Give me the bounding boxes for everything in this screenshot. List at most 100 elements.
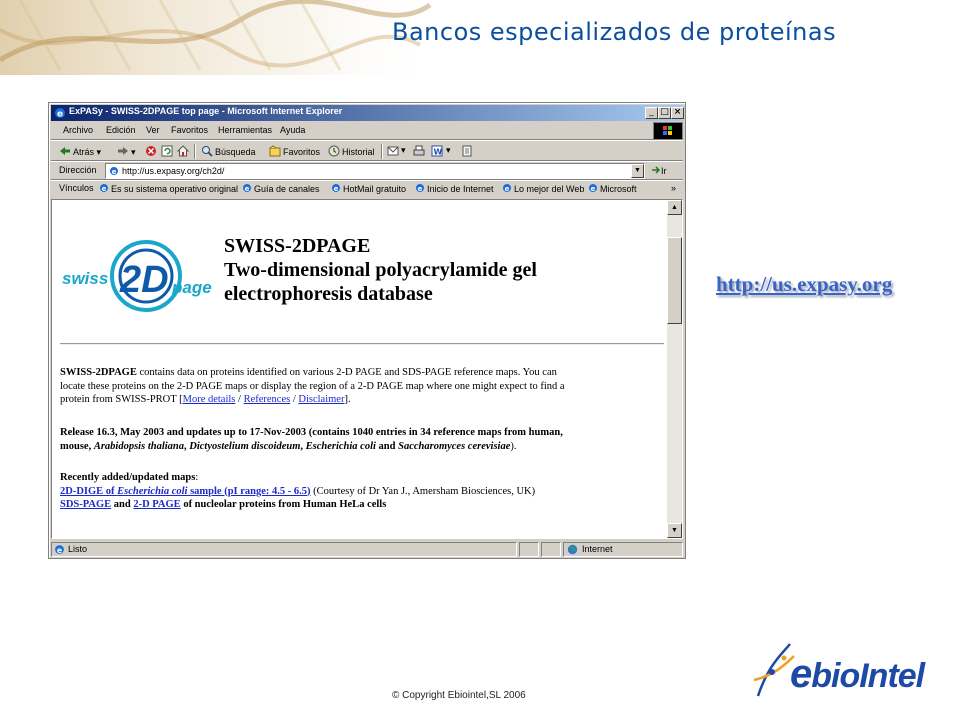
species-ecoli: Escherichia coli [305,440,376,452]
refresh-icon[interactable] [161,145,173,157]
logo-word-2d: 2D [119,259,169,301]
browser-window: e ExPASy - SWISS-2DPAGE top page - Micro… [48,102,686,559]
search-icon [202,146,213,157]
status-bar: e Listo Internet [51,542,683,557]
edit-dropdown[interactable]: ▾ [446,145,451,156]
more-details-link[interactable]: More details [183,394,236,405]
scroll-up-arrow-icon[interactable]: ▲ [667,200,682,215]
logo-word-swiss: swiss [62,269,108,288]
page-title-line3: electrophoresis database [224,283,433,305]
go-button[interactable]: Ir [651,165,667,176]
menu-ver[interactable]: Ver [146,125,160,135]
back-button[interactable]: Atrás ▾ [59,145,101,158]
menu-herramientas[interactable]: Herramientas [218,125,272,135]
page-icon: e [100,184,108,193]
address-dropdown-button[interactable]: ▼ [631,164,644,178]
release-line2-text: mouse, [60,440,94,452]
link-item[interactable]: e Guía de canales [242,183,320,194]
status-text: Listo [68,544,88,554]
standard-toolbar: Atrás ▾ ▾ Búsqueda Favoritos Historial ▾… [51,141,683,161]
disclaimer-link[interactable]: Disclaimer [298,394,344,405]
minimize-button[interactable]: _ [645,107,658,119]
word-edit-icon[interactable]: W [431,145,443,157]
link-item-label: Inicio de Internet [427,184,494,194]
maximize-button[interactable]: □ [658,107,671,119]
copyright-text: © Copyright Ebiointel,SL 2006 [392,690,526,701]
address-input[interactable]: e http://us.expasy.org/ch2d/ ▼ [105,163,645,179]
menu-archivo[interactable]: Archivo [63,125,93,135]
menu-edicion[interactable]: Edición [106,125,136,135]
go-arrow-icon [652,166,661,174]
2d-page-link[interactable]: 2-D PAGE [133,499,180,510]
species-arabidopsis: Arabidopsis thaliana [93,440,184,452]
and-text: and [375,440,399,452]
page-title: SWISS-2DPAGE Two-dimensional polyacrylam… [224,234,537,306]
zone-panel: Internet [563,542,683,557]
links-bar: Vínculos e Es su sistema operativo origin… [51,181,683,197]
logo-word: bioIntel [811,657,925,695]
link-item[interactable]: e Lo mejor del Web [502,183,584,194]
intro-line1: SWISS-2DPAGE contains data on proteins i… [60,366,565,380]
species-dictyostelium: Dictyostelium discoideum [189,440,301,452]
go-label: Ir [661,166,667,176]
sds-page-link[interactable]: SDS-PAGE [60,499,111,510]
intro-line3-end: ]. [344,394,351,405]
mail-icon[interactable] [387,145,399,157]
dige-link-text-a: 2D-DIGE of [60,485,118,497]
intro-line3: protein from SWISS-PROT [More details / … [60,393,565,407]
menu-ayuda[interactable]: Ayuda [280,125,305,135]
page-divider [60,343,664,345]
recent-maps-label: Recently added/updated maps [60,472,196,483]
link-item-label: Lo mejor del Web [514,184,585,194]
vertical-scrollbar[interactable]: ▲ ▼ [667,200,682,538]
page-viewport: swiss 2D page SWISS-2DPAGE Two-dimension… [51,199,683,539]
home-icon[interactable] [177,145,189,157]
favorites-button[interactable]: Favoritos [269,145,320,157]
svg-text:e: e [418,185,423,193]
ie-icon: e [55,108,65,120]
link-item-label: HotMail gratuito [343,184,407,194]
mail-dropdown[interactable]: ▾ [401,145,406,156]
species-saccharomyces: Saccharomyces cerevisiae [398,440,511,452]
links-overflow-chevron-icon[interactable]: » [671,183,676,193]
print-icon[interactable] [413,145,425,157]
close-button[interactable]: × [671,107,684,119]
scroll-thumb[interactable] [667,237,682,324]
title-bar[interactable]: e ExPASy - SWISS-2DPAGE top page - Micro… [51,105,684,121]
slide-title: Bancos especializados de proteínas [392,18,837,46]
history-button[interactable]: Historial [328,145,375,157]
release-line2-end: ). [510,440,517,452]
discuss-icon[interactable] [461,145,473,157]
colon-text: : [195,472,199,483]
menu-bar: Archivo Edición Ver Favoritos Herramient… [51,123,683,139]
page-icon: e [332,184,340,193]
intro-bold: SWISS-2DPAGE [60,367,137,378]
separator-text: / [235,394,244,405]
page-icon: e [110,167,118,176]
search-button[interactable]: Búsqueda [201,145,256,157]
link-item[interactable]: e Es su sistema operativo original [99,183,238,194]
scroll-down-arrow-icon[interactable]: ▼ [667,523,682,538]
references-link[interactable]: References [244,394,291,405]
toolbar-divider [381,144,383,159]
svg-text:e: e [505,185,510,193]
svg-text:W: W [434,148,443,157]
history-icon [328,145,340,157]
and-text: and [111,499,134,510]
nucleolar-line: SDS-PAGE and 2-D PAGE of nucleolar prote… [60,498,535,512]
page-icon: e [416,184,424,193]
forward-button[interactable]: ▾ [117,145,136,158]
link-item[interactable]: e Microsoft [588,183,637,194]
menu-favoritos[interactable]: Favoritos [171,125,208,135]
favorites-label: Favoritos [283,147,321,157]
dige-map-link[interactable]: 2D-DIGE of Escherichia coli sample (pI r… [60,486,311,497]
link-item[interactable]: e Inicio de Internet [415,183,494,194]
forward-arrow-icon [118,147,128,155]
svg-text:e: e [102,185,107,193]
status-panel [519,542,539,557]
stop-icon[interactable] [145,145,157,157]
favorites-icon [269,145,281,157]
expasy-url-link[interactable]: http://us.expasy.org [716,272,892,297]
page-icon: e [55,545,64,555]
link-item[interactable]: e HotMail gratuito [331,183,406,194]
